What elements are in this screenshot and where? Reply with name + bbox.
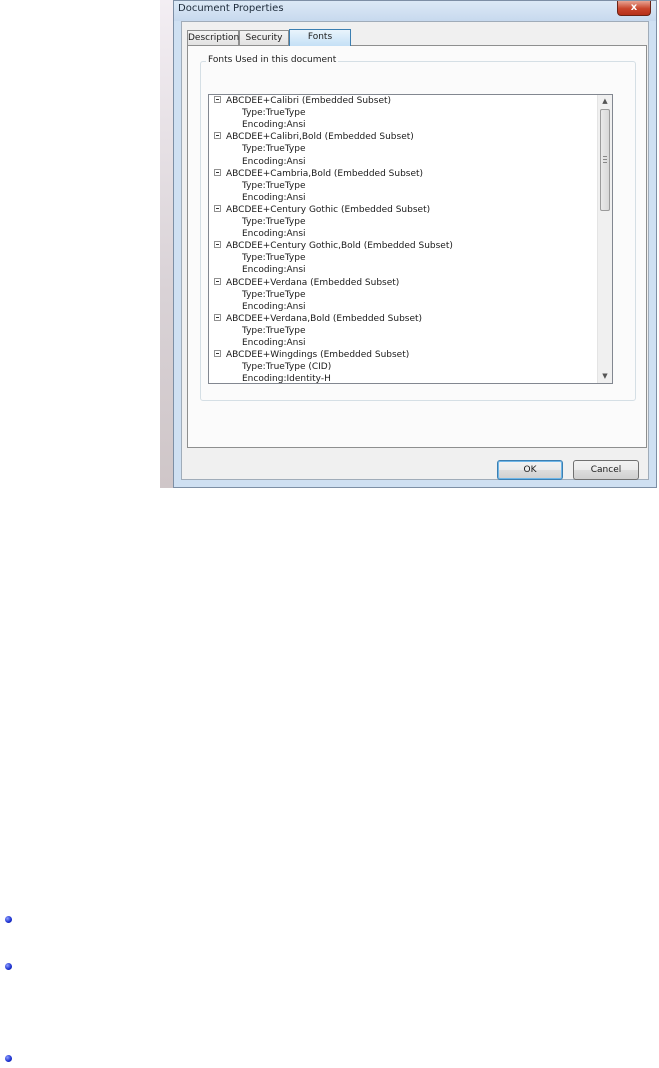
font-tree-item[interactable]: ABCDEE+Century Gothic (Embedded Subset) — [214, 204, 431, 217]
fonts-group-label: Fonts Used in this document — [206, 55, 339, 65]
grip-icon — [603, 156, 607, 163]
font-encoding: Encoding:Ansi — [242, 229, 306, 240]
font-name: ABCDEE+Verdana (Embedded Subset) — [226, 277, 400, 288]
collapse-icon[interactable] — [214, 350, 221, 358]
vertical-scrollbar[interactable]: ▲ ▼ — [597, 95, 612, 383]
font-encoding: Encoding:Ansi — [242, 156, 306, 167]
font-name: ABCDEE+Century Gothic (Embedded Subset) — [226, 204, 431, 215]
collapse-icon[interactable] — [214, 241, 221, 249]
bullet-icon — [5, 963, 12, 970]
title-bar[interactable]: Document Properties x — [174, 1, 656, 21]
tab-description[interactable]: Description — [187, 30, 239, 45]
bullet-icon — [5, 1055, 12, 1062]
font-tree-item[interactable]: ABCDEE+Wingdings (Embedded Subset) — [214, 350, 409, 362]
font-type: Type:TrueType — [242, 289, 306, 300]
font-encoding: Encoding:Ansi — [242, 265, 306, 276]
tab-fonts[interactable]: Fonts — [289, 29, 351, 46]
font-encoding: Encoding:Ansi — [242, 338, 306, 348]
font-encoding: Encoding:Ansi — [242, 192, 306, 203]
dialog-body: Description Security Fonts Fonts Used in… — [181, 21, 649, 480]
scroll-up-icon[interactable]: ▲ — [598, 95, 612, 108]
collapse-icon[interactable] — [214, 132, 221, 140]
collapse-icon[interactable] — [214, 168, 221, 176]
collapse-icon[interactable] — [214, 313, 221, 321]
close-button[interactable]: x — [617, 1, 651, 16]
ok-button[interactable]: OK — [497, 460, 563, 480]
font-encoding: Encoding:Ansi — [242, 120, 306, 131]
bullet-icon — [5, 916, 12, 923]
scrollbar-thumb[interactable] — [600, 109, 610, 211]
font-tree-item[interactable]: ABCDEE+Calibri,Bold (Embedded Subset) — [214, 132, 414, 144]
document-properties-dialog: Document Properties x Description Securi… — [173, 0, 657, 488]
collapse-icon[interactable] — [214, 96, 221, 103]
scroll-down-icon[interactable]: ▼ — [598, 370, 612, 383]
font-type: Type:TrueType — [242, 144, 306, 155]
font-name: ABCDEE+Calibri (Embedded Subset) — [226, 96, 392, 106]
font-name: ABCDEE+Century Gothic,Bold (Embedded Sub… — [226, 241, 453, 252]
font-encoding: Encoding:Ansi — [242, 301, 306, 312]
font-name: ABCDEE+Calibri,Bold (Embedded Subset) — [226, 132, 414, 143]
font-tree-item[interactable]: ABCDEE+Cambria,Bold (Embedded Subset) — [214, 168, 424, 181]
font-type: Type:TrueType — [242, 108, 306, 119]
font-tree-item[interactable]: ABCDEE+Verdana (Embedded Subset) — [214, 277, 400, 290]
collapse-icon[interactable] — [214, 277, 221, 285]
cancel-button[interactable]: Cancel — [573, 460, 639, 480]
font-tree-item[interactable]: ABCDEE+Century Gothic,Bold (Embedded Sub… — [214, 241, 453, 253]
font-type: Type:TrueType — [242, 325, 306, 336]
fonts-tree-view[interactable]: ABCDEE+Calibri (Embedded Subset) Type:Tru… — [208, 94, 613, 384]
background-strip — [160, 0, 174, 488]
font-type: Type:TrueType — [242, 253, 306, 264]
tab-security[interactable]: Security — [239, 30, 289, 45]
font-tree-item[interactable]: ABCDEE+Calibri (Embedded Subset) — [214, 96, 391, 108]
font-encoding: Encoding:Identity-H — [242, 374, 331, 384]
font-type: Type:TrueType (CID) — [242, 362, 332, 373]
font-name: ABCDEE+Cambria,Bold (Embedded Subset) — [226, 168, 424, 179]
font-name: ABCDEE+Verdana,Bold (Embedded Subset) — [226, 313, 423, 324]
window-title: Document Properties — [178, 3, 284, 14]
collapse-icon[interactable] — [214, 204, 221, 212]
close-icon: x — [630, 2, 638, 13]
font-tree-item[interactable]: ABCDEE+Verdana,Bold (Embedded Subset) — [214, 313, 423, 326]
font-type: Type:TrueType — [242, 180, 306, 191]
font-name: ABCDEE+Wingdings (Embedded Subset) — [226, 350, 410, 361]
font-type: Type:TrueType — [242, 217, 306, 227]
fonts-tab-page: Fonts Used in this document ABCDEE+Calib… — [187, 45, 647, 448]
